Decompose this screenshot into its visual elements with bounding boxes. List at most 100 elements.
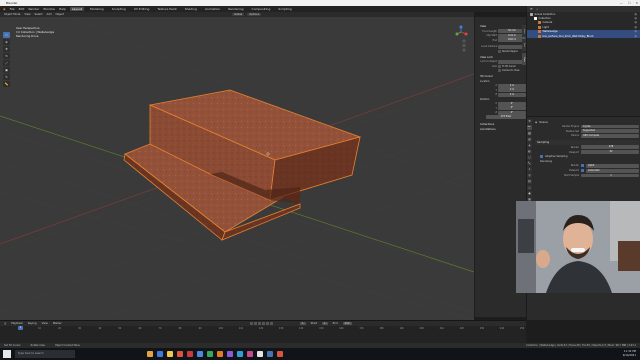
menu-render[interactable]: Render — [28, 7, 39, 11]
visibility-eye-icon[interactable]: 👁 — [634, 35, 637, 38]
cursor-icon[interactable]: ⊕ — [3, 39, 10, 45]
collections-section[interactable]: Collections — [480, 123, 526, 126]
object-tab-icon[interactable]: ▢ — [527, 155, 532, 160]
taskbar-app-icon[interactable] — [257, 351, 263, 357]
rotate-icon[interactable]: ↻ — [3, 53, 10, 59]
blender-logo-icon[interactable]: ◉ — [3, 7, 6, 11]
select-box-icon[interactable]: ▭ — [3, 32, 10, 38]
measure-icon[interactable]: 📏 — [3, 81, 10, 87]
tab-compositing[interactable]: Compositing — [250, 7, 273, 11]
tab-animation[interactable]: Animation — [203, 7, 222, 11]
taskbar-app-icon[interactable] — [217, 351, 223, 357]
rot-y-field[interactable]: 0° — [498, 106, 526, 111]
outliner-type-icon[interactable]: ☰ — [530, 7, 533, 11]
menu-file[interactable]: File — [10, 7, 15, 11]
view-lock-section[interactable]: View Lock — [480, 56, 526, 59]
taskbar-app-icon[interactable] — [197, 351, 203, 357]
playhead[interactable]: 1 — [18, 326, 23, 330]
selected-mesh[interactable] — [123, 89, 362, 241]
taskbar-app-icon[interactable] — [167, 351, 173, 357]
denoise-viewport-checkbox[interactable] — [581, 169, 584, 173]
taskbar-app-icon[interactable] — [207, 351, 213, 357]
playback-menu[interactable]: Playback — [11, 322, 23, 325]
data-tab-icon[interactable]: △ — [527, 185, 532, 190]
scale-icon[interactable]: ⤢ — [3, 60, 10, 66]
play-reverse-icon[interactable] — [258, 322, 261, 325]
loc-y-field[interactable]: 0 m — [498, 88, 526, 93]
taskbar-app-icon[interactable] — [277, 351, 283, 357]
taskbar-app-icon[interactable] — [177, 351, 183, 357]
next-keyframe-icon[interactable] — [266, 322, 269, 325]
taskbar-app-icon[interactable] — [147, 351, 153, 357]
taskbar-app-icon[interactable] — [267, 351, 273, 357]
rotation-mode-dropdown[interactable]: XYZ Euler — [486, 115, 526, 120]
start-frame-field[interactable]: 1 — [322, 322, 328, 325]
keying-menu[interactable]: Keying — [28, 322, 37, 325]
modifier-tab-icon[interactable]: 🔧 — [527, 161, 532, 166]
tab-rendering[interactable]: Rendering — [226, 7, 245, 11]
taskbar-app-icon[interactable] — [237, 351, 243, 357]
object-menu[interactable]: Object — [56, 13, 64, 16]
3d-viewport[interactable] — [0, 11, 475, 321]
tab-scripting[interactable]: Scripting — [276, 7, 293, 11]
tab-texture-paint[interactable]: Texture Paint — [155, 7, 178, 11]
physics-tab-icon[interactable]: ◎ — [527, 173, 532, 178]
maximize-button[interactable]: ☐ — [628, 1, 631, 5]
visibility-eye-icon[interactable]: 👁 — [634, 26, 637, 29]
jump-start-icon[interactable] — [250, 322, 253, 325]
menu-edit[interactable]: Edit — [19, 7, 25, 11]
denoise-render-checkbox[interactable] — [581, 164, 584, 168]
menu-window[interactable]: Window — [43, 7, 55, 11]
annotations-section[interactable]: Annotations — [480, 128, 526, 131]
render-samples-field[interactable]: 128 — [581, 145, 639, 150]
start-sample-field[interactable]: 1 — [581, 173, 639, 178]
visibility-eye-icon[interactable]: 👁 — [634, 17, 637, 20]
tab-shading[interactable]: Shading — [183, 7, 199, 11]
output-tab-icon[interactable]: 🖨 — [527, 131, 532, 136]
render-tab-icon[interactable]: 📷 — [527, 125, 532, 130]
tab-uv-editing[interactable]: UV Editing — [132, 7, 152, 11]
scene-tab-icon[interactable]: ◈ — [527, 143, 532, 148]
timeline-ruler[interactable]: 0102030405060708090100110120130140150160… — [0, 327, 526, 332]
denoiser-render-dropdown[interactable]: OptiX — [586, 163, 639, 168]
loc-z-field[interactable]: 0 m — [498, 92, 526, 97]
feature-set-dropdown[interactable]: Supported — [581, 129, 639, 134]
device-dropdown[interactable]: GPU Compute — [581, 134, 639, 138]
adaptive-sampling-checkbox[interactable] — [540, 155, 543, 159]
render-engine-dropdown[interactable]: Cycles — [581, 124, 639, 129]
denoiser-viewport-dropdown[interactable]: Automatic — [586, 168, 639, 173]
close-button[interactable]: ✕ — [635, 1, 638, 5]
tool-tab-icon[interactable]: ⚒ — [527, 119, 532, 124]
play-icon[interactable] — [262, 322, 265, 325]
add-menu[interactable]: Add — [47, 13, 52, 16]
rot-x-field[interactable]: 0° — [498, 101, 526, 106]
lock-cursor-checkbox[interactable] — [498, 64, 501, 68]
view-section-title[interactable]: View — [480, 25, 526, 28]
outliner-filter-icon[interactable]: ⌕ — [537, 7, 539, 11]
taskbar-app-icon[interactable] — [157, 351, 163, 357]
particles-tab-icon[interactable]: ✦ — [527, 167, 532, 172]
end-frame-field[interactable]: 250 — [342, 322, 352, 325]
jump-end-icon[interactable] — [270, 322, 273, 325]
transform-icon[interactable]: ▣ — [3, 67, 10, 73]
minimize-button[interactable]: — — [620, 1, 623, 5]
render-region-checkbox[interactable] — [498, 49, 501, 53]
move-icon[interactable]: ✥ — [3, 46, 10, 52]
navigation-gizmo[interactable] — [452, 24, 470, 54]
tab-modeling[interactable]: Modeling — [88, 7, 106, 11]
camera-to-view-checkbox[interactable] — [498, 69, 501, 73]
outliner-item[interactable]: box_surface_tool_brick_Wall Stripy_Block… — [527, 33, 640, 39]
select-menu[interactable]: Select — [35, 13, 43, 16]
3d-cursor-section[interactable]: 3D Cursor — [480, 75, 526, 78]
options-dropdown[interactable]: Options — [247, 13, 262, 16]
viewport-samples-field[interactable]: 32 — [581, 150, 639, 154]
constraints-tab-icon[interactable]: ⛓ — [527, 179, 532, 184]
windows-start-icon[interactable] — [3, 350, 11, 358]
menu-help[interactable]: Help — [59, 7, 66, 11]
loc-x-field[interactable]: 0 m — [498, 83, 526, 88]
timeline-editor-icon[interactable]: ◷ — [4, 322, 6, 325]
view-menu-timeline[interactable]: View — [42, 322, 48, 325]
system-tray-clock[interactable]: 11:32 PM 9/14/2021 — [623, 350, 636, 358]
marker-menu[interactable]: Marker — [53, 322, 62, 325]
annotate-icon[interactable]: ✎ — [3, 74, 10, 80]
